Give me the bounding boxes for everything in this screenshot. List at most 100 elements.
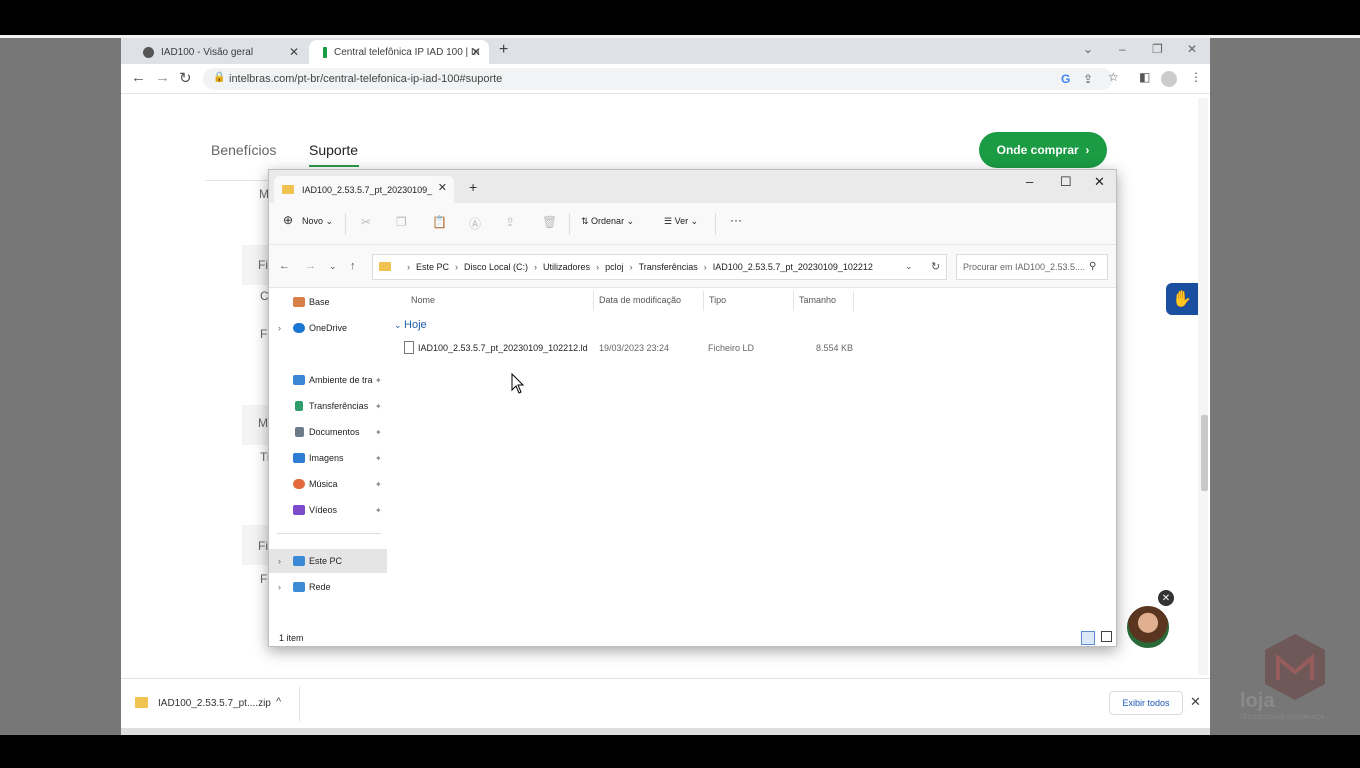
onedrive-icon [293,323,305,333]
divider [345,213,346,235]
close-window-icon[interactable]: ✕ [1094,174,1105,190]
share-icon[interactable]: ⇪ [505,215,515,229]
copy-icon[interactable]: ❐ [396,215,407,229]
scrollbar-thumb[interactable] [1201,415,1208,491]
breadcrumb-item[interactable]: IAD100_2.53.5.7_pt_20230109_102212 [713,262,873,272]
sign-language-icon[interactable]: ✋ [1166,283,1198,315]
nav-suporte[interactable]: Suporte [309,142,358,158]
nav-beneficios[interactable]: Benefícios [211,142,276,158]
sidebar-item-base[interactable]: Base [269,290,387,314]
show-all-button[interactable]: Exibir todos [1109,691,1183,715]
breadcrumb-item[interactable]: pcloj [605,262,624,272]
desktop-right [1210,38,1360,735]
column-header-type[interactable]: Tipo [709,295,726,305]
chevron-down-icon[interactable]: ⌄ [905,261,913,272]
close-icon[interactable]: ✕ [1158,590,1174,606]
minimize-icon[interactable]: – [1026,174,1033,189]
group-header-today[interactable]: ⌄ Hoje [394,319,427,331]
tab-search-icon[interactable]: ⌄ [1083,42,1093,56]
maximize-icon[interactable]: ☐ [1060,174,1072,190]
sidebar-item-documents[interactable]: Documentos ✦ [269,420,387,444]
breadcrumb-item[interactable]: Este PC [416,262,449,272]
pin-icon[interactable]: ✦ [375,506,382,515]
reload-icon[interactable]: ↻ [179,69,192,87]
close-icon[interactable]: ✕ [1190,694,1201,710]
up-icon[interactable]: ↑ [350,260,356,272]
explorer-tab-title: IAD100_2.53.5.7_pt_20230109_ [302,184,433,195]
minimize-icon[interactable]: – [1119,42,1126,56]
search-icon[interactable]: ⚲ [1089,261,1096,272]
chevron-right-icon[interactable]: › [278,556,281,566]
breadcrumb-item[interactable]: Transferências [639,262,698,272]
page-scrollbar[interactable] [1198,98,1208,675]
back-icon[interactable]: ← [131,69,146,86]
breadcrumb-item[interactable]: Disco Local (C:) [464,262,528,272]
forward-icon[interactable]: → [155,69,170,86]
chevron-up-icon[interactable]: ^ [276,696,281,708]
download-item[interactable]: IAD100_2.53.5.7_pt....zip [158,698,271,709]
column-header-name[interactable]: Nome [411,295,435,305]
explorer-address-bar[interactable]: › Este PC › Disco Local (C:) › Utilizado… [372,254,947,280]
sidebar-item-music[interactable]: Música ✦ [269,472,387,496]
sort-button[interactable]: ⇅ Ordenar ⌄ [581,216,634,227]
sidebar-item-videos[interactable]: Vídeos ✦ [269,498,387,522]
address-bar[interactable]: 🔒 intelbras.com/pt-br/central-telefonica… [203,68,1113,90]
close-icon[interactable]: ✕ [438,181,447,194]
chevron-right-icon[interactable]: › [278,582,281,592]
pin-icon[interactable]: ✦ [375,454,382,463]
restore-icon[interactable]: ❐ [1152,42,1163,56]
forward-icon[interactable]: → [305,260,316,272]
refresh-icon[interactable]: ↻ [931,260,940,273]
paste-icon[interactable]: 📋 [432,215,447,229]
google-icon[interactable]: G [1061,72,1070,86]
divider [853,291,854,311]
videos-icon [293,505,305,515]
profile-avatar-icon[interactable] [1161,71,1177,87]
rename-icon[interactable]: Ⓐ [469,215,481,232]
pin-icon[interactable]: ✦ [375,376,382,385]
side-panel-icon[interactable]: ◧ [1139,70,1150,84]
details-view-icon[interactable] [1081,631,1095,645]
pin-icon[interactable]: ✦ [375,480,382,489]
breadcrumb-item[interactable]: Utilizadores [543,262,590,272]
close-icon[interactable]: ✕ [471,45,481,59]
sidebar-item-desktop[interactable]: Ambiente de tra ✦ [269,368,387,392]
explorer-status-bar: 1 item [269,618,1116,646]
menu-kebab-icon[interactable]: ⋮ [1190,70,1202,84]
new-tab-button[interactable]: + [499,41,508,59]
new-icon[interactable]: ⊕ [283,213,293,227]
view-button[interactable]: ☰ Ver ⌄ [664,216,698,227]
sidebar-item-onedrive[interactable]: › OneDrive [269,316,387,340]
pin-icon[interactable]: ✦ [375,402,382,411]
column-header-size[interactable]: Tamanho [799,295,836,305]
chevron-right-icon[interactable]: › [278,323,281,333]
new-tab-button[interactable]: + [469,179,477,195]
recent-locations-icon[interactable]: ⌄ [329,261,337,272]
explorer-search-input[interactable]: Procurar em IAD100_2.53.5.... ⚲ [956,254,1108,280]
new-button[interactable]: Novo ⌄ [302,216,333,227]
sidebar-item-this-pc[interactable]: › Este PC [269,549,387,573]
pin-icon[interactable]: ✦ [375,428,382,437]
cut-icon[interactable]: ✂ [361,215,371,229]
browser-tab-central[interactable]: Central telefônica IP IAD 100 | In ✕ [309,40,489,64]
close-window-icon[interactable]: ✕ [1187,42,1197,56]
sidebar-item-images[interactable]: Imagens ✦ [269,446,387,470]
share-icon[interactable]: ⇪ [1083,72,1093,86]
back-icon[interactable]: ← [279,260,290,272]
sidebar-item-network[interactable]: › Rede [269,575,387,599]
explorer-tab[interactable]: IAD100_2.53.5.7_pt_20230109_ ✕ [274,176,454,203]
column-header-modified[interactable]: Data de modificação [599,295,681,305]
where-to-buy-button[interactable]: Onde comprar › [979,132,1107,168]
file-list: Nome Data de modificação Tipo Tamanho ⌄ … [387,288,1116,618]
bookmark-star-icon[interactable]: ☆ [1108,70,1119,84]
browser-tab-iad100[interactable]: IAD100 - Visão geral ✕ [129,40,307,64]
lock-icon[interactable]: 🔒 [213,72,225,83]
table-row[interactable]: IAD100_2.53.5.7_pt_20230109_102212.ld 19… [400,338,860,358]
more-options-icon[interactable]: ··· [730,213,742,227]
close-icon[interactable]: ✕ [289,45,299,59]
tiles-view-icon[interactable] [1101,631,1112,642]
delete-icon[interactable]: 🗑 [542,215,557,229]
download-icon [295,401,303,411]
sidebar-item-downloads[interactable]: Transferências ✦ [269,394,387,418]
chat-assistant-avatar[interactable] [1125,604,1171,650]
